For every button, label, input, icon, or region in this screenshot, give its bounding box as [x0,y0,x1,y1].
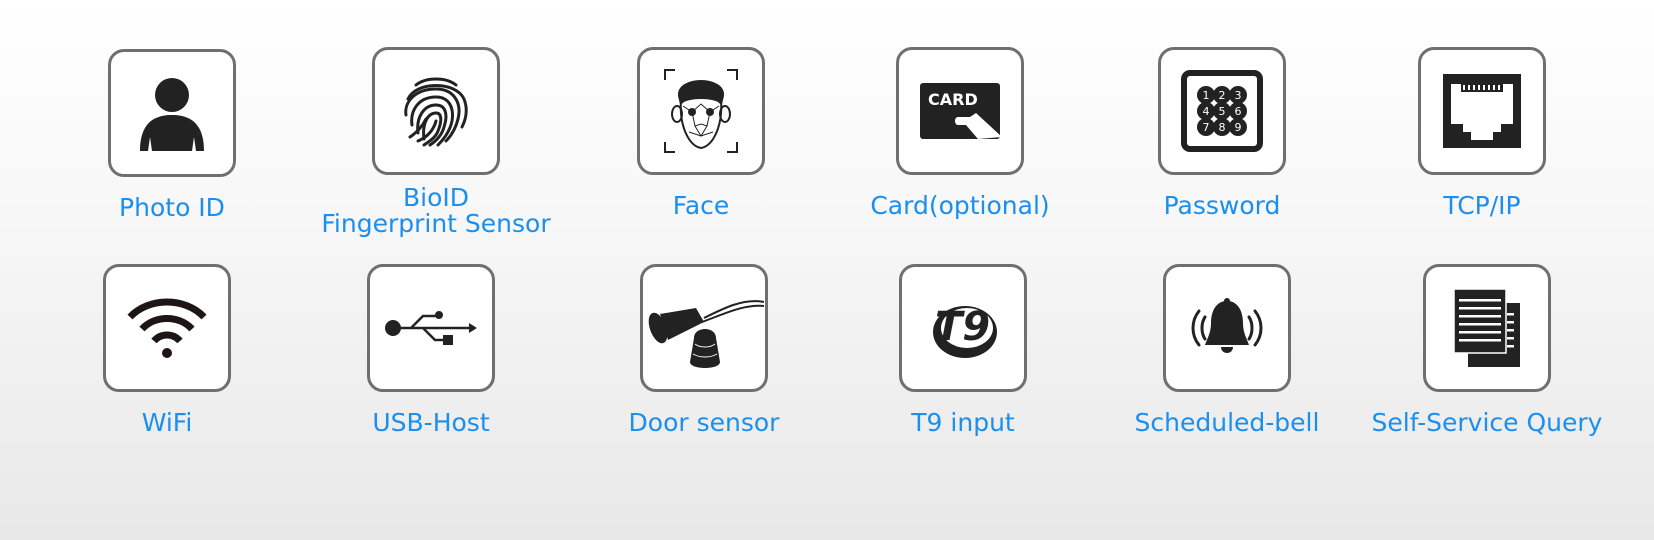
svg-text:7: 7 [1203,121,1210,134]
password-label: Password [1163,191,1281,220]
tcpip-tile [1418,47,1546,175]
feature-face: Face [571,47,831,219]
usb-tile [367,264,495,392]
t9-tile: T9 [899,264,1027,392]
fingerprint-tile [372,47,500,175]
fingerprint-icon [404,77,468,147]
t9-icon: T9 [933,304,997,358]
wifi-label: WiFi [141,408,193,437]
fingerprint-label: BioID Fingerprint Sensor [321,185,550,237]
t9-icon-text: T9 [935,304,990,350]
door-sensor-tile [640,264,768,392]
query-tile [1423,264,1551,392]
svg-text:2: 2 [1219,89,1226,102]
document-icon [1454,289,1520,367]
password-tile: 123 456 789 [1158,47,1286,175]
feature-usb: USB-Host [301,264,561,436]
svg-text:6: 6 [1235,105,1242,118]
face-recognition-icon [664,69,738,153]
card-icon-text: CARD [928,90,978,109]
card-icon: CARD [920,83,1002,139]
face-label: Face [672,191,730,220]
door-sensor-label: Door sensor [628,408,780,437]
person-icon [140,78,204,151]
svg-text:3: 3 [1235,89,1242,102]
card-label: Card(optional) [870,191,1050,220]
fingerprint-label-line1: BioID [402,183,469,212]
feature-wifi: WiFi [37,264,297,436]
svg-text:9: 9 [1235,121,1242,134]
keypad-icon: 123 456 789 [1181,70,1263,152]
wifi-icon [127,298,207,358]
bell-label: Scheduled-bell [1134,408,1320,437]
feature-query: Self-Service Query [1357,264,1617,436]
feature-photo-id: Photo ID [42,49,302,221]
card-tile: CARD [896,47,1024,175]
feature-card: CARD Card(optional) [830,47,1090,219]
fingerprint-label-line2: Fingerprint Sensor [321,209,551,238]
tcpip-label: TCP/IP [1443,191,1521,220]
query-label: Self-Service Query [1371,408,1603,437]
t9-label: T9 input [911,408,1015,437]
svg-text:8: 8 [1219,121,1226,134]
svg-text:5: 5 [1219,105,1226,118]
feature-fingerprint: BioID Fingerprint Sensor [306,47,566,237]
face-tile [637,47,765,175]
usb-icon [385,311,477,345]
feature-password: 123 456 789 Password [1092,47,1352,219]
svg-text:4: 4 [1203,105,1210,118]
door-sensor-icon [648,300,764,368]
svg-text:1: 1 [1203,89,1210,102]
bell-icon [1191,298,1263,353]
usb-label: USB-Host [372,408,490,437]
feature-t9: T9 T9 input [833,264,1093,436]
feature-door-sensor: Door sensor [574,264,834,436]
wifi-tile [103,264,231,392]
feature-bell: Scheduled-bell [1097,264,1357,436]
photo-id-label: Photo ID [119,193,225,222]
bell-tile [1163,264,1291,392]
feature-tcpip: TCP/IP [1352,47,1612,219]
photo-id-tile [108,49,236,177]
ethernet-port-icon [1443,74,1521,148]
